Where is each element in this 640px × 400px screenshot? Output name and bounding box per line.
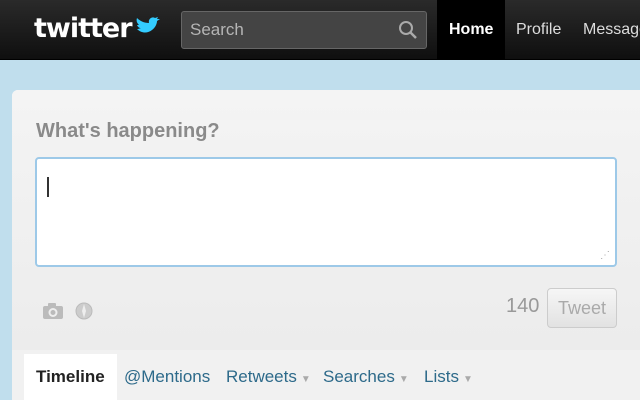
main-panel: What's happening? ⋰ 140 Tweet Timeline @… bbox=[12, 90, 640, 400]
location-icon[interactable] bbox=[74, 301, 94, 321]
tab-timeline[interactable]: Timeline bbox=[24, 354, 117, 400]
twitter-logo[interactable]: twitter bbox=[34, 10, 161, 46]
tab-mentions[interactable]: @Mentions bbox=[112, 354, 222, 400]
tab-label: Lists bbox=[424, 367, 459, 386]
char-counter: 140 bbox=[506, 295, 540, 317]
nav-profile[interactable]: Profile bbox=[504, 0, 573, 60]
nav-messages[interactable]: Messages bbox=[571, 0, 640, 60]
search-input[interactable] bbox=[182, 12, 392, 48]
camera-icon[interactable] bbox=[42, 302, 64, 320]
tab-retweets[interactable]: Retweets ▼ bbox=[214, 354, 323, 400]
chevron-down-icon: ▼ bbox=[398, 374, 409, 385]
resize-grip-icon[interactable]: ⋰ bbox=[600, 251, 610, 261]
chevron-down-icon: ▼ bbox=[300, 374, 311, 385]
tweet-textarea[interactable]: ⋰ bbox=[35, 157, 617, 267]
tab-searches[interactable]: Searches ▼ bbox=[311, 354, 421, 400]
tab-lists[interactable]: Lists ▼ bbox=[412, 354, 485, 400]
search-box bbox=[181, 11, 427, 49]
chevron-down-icon: ▼ bbox=[462, 374, 473, 385]
text-cursor bbox=[47, 177, 49, 197]
bird-icon bbox=[136, 17, 160, 33]
tab-label: Searches bbox=[323, 367, 395, 386]
tab-label: @Mentions bbox=[124, 367, 211, 386]
compose-prompt: What's happening? bbox=[36, 120, 220, 142]
nav-home[interactable]: Home bbox=[437, 0, 506, 60]
search-icon[interactable] bbox=[398, 20, 418, 40]
timeline-tabs: Timeline @Mentions Retweets ▼ Searches ▼ L… bbox=[24, 354, 640, 400]
tab-label: Timeline bbox=[36, 367, 105, 386]
tweet-button[interactable]: Tweet bbox=[547, 288, 617, 328]
tab-label: Retweets bbox=[226, 367, 297, 386]
logo-text: twitter bbox=[34, 12, 133, 44]
top-bar: twitter Home Profile Messages bbox=[0, 0, 640, 60]
